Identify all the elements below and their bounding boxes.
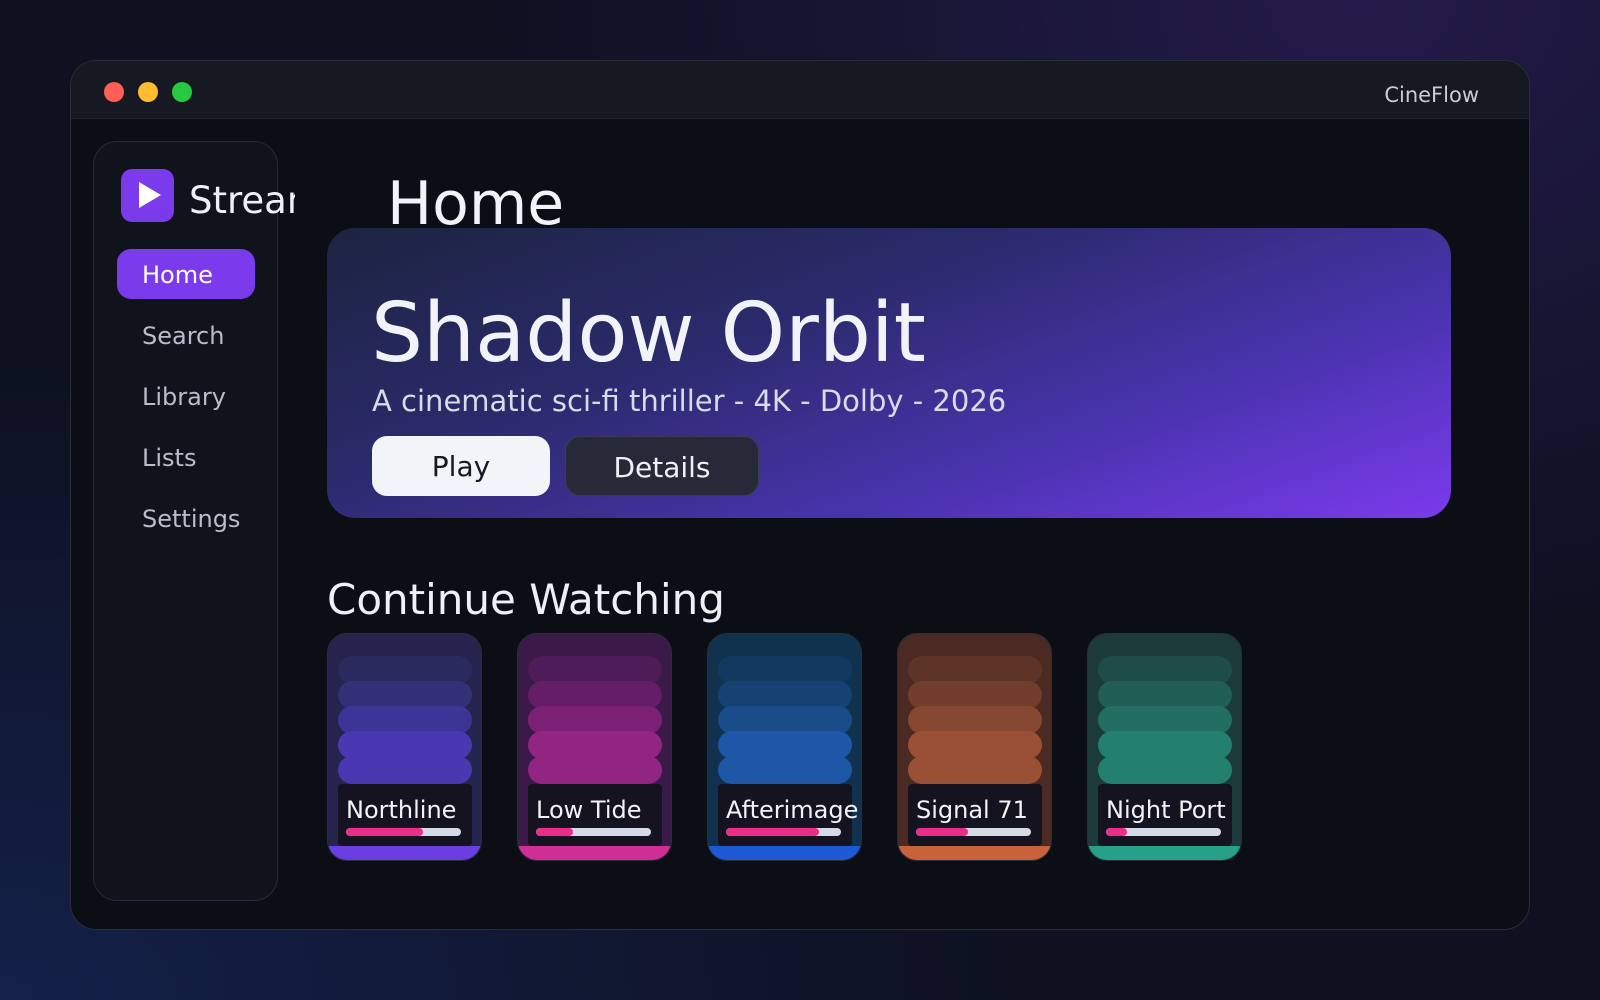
progress-fill (1106, 828, 1127, 836)
play-logo-icon (121, 169, 174, 222)
poster-stripe (338, 656, 472, 684)
continue-watching-card[interactable]: Afterimage (707, 633, 862, 861)
card-title: Signal 71 (916, 796, 1028, 824)
card-label-box: Afterimage (718, 784, 858, 846)
continue-watching-card[interactable]: Night Port (1087, 633, 1242, 861)
progress-fill (916, 828, 968, 836)
poster-stripe (1098, 731, 1232, 759)
continue-watching-card[interactable]: Low Tide (517, 633, 672, 861)
app-window: CineFlow Stream Home Search Library List… (70, 60, 1530, 930)
poster-stripe (908, 756, 1042, 784)
card-title: Northline (346, 796, 457, 824)
poster-stripe (338, 706, 472, 734)
poster-stripe (718, 706, 852, 734)
progress-fill (536, 828, 573, 836)
minimize-window-button[interactable] (138, 82, 158, 102)
poster-stripe (528, 706, 662, 734)
poster-stripe (908, 731, 1042, 759)
title-bar: CineFlow (71, 61, 1529, 119)
hero-title: Shadow Orbit (371, 286, 926, 381)
poster-stripe (908, 706, 1042, 734)
progress-bar (536, 828, 651, 836)
poster-stripe (718, 656, 852, 684)
poster-stripe (1098, 706, 1232, 734)
continue-watching-card[interactable]: Northline (327, 633, 482, 861)
card-accent-bar (328, 846, 481, 860)
sidebar-item-home[interactable]: Home (117, 249, 255, 299)
poster-stripe (338, 731, 472, 759)
card-label-box: Night Port (1098, 784, 1232, 846)
progress-bar (1106, 828, 1221, 836)
card-accent-bar (518, 846, 671, 860)
brand-name: Stream (189, 179, 295, 222)
hero-subtitle: A cinematic sci-fi thriller - 4K - Dolby… (372, 384, 1007, 418)
section-title-continue-watching: Continue Watching (327, 575, 725, 624)
poster-stripe (528, 656, 662, 684)
poster-stripe (1098, 656, 1232, 684)
hero-banner: Shadow Orbit A cinematic sci-fi thriller… (327, 228, 1451, 518)
close-window-button[interactable] (104, 82, 124, 102)
progress-bar (346, 828, 461, 836)
poster-stripe (718, 756, 852, 784)
poster-stripe (718, 731, 852, 759)
progress-fill (726, 828, 820, 836)
sidebar-item-lists[interactable]: Lists (117, 432, 255, 482)
card-title: Night Port (1106, 796, 1226, 824)
card-title: Low Tide (536, 796, 642, 824)
poster-stripe (1098, 681, 1232, 709)
poster-stripe (908, 656, 1042, 684)
poster-stripe (338, 756, 472, 784)
sidebar-item-search[interactable]: Search (117, 310, 255, 360)
progress-bar (726, 828, 841, 836)
progress-bar (916, 828, 1031, 836)
poster-stripe (338, 681, 472, 709)
poster-stripe (528, 756, 662, 784)
card-title: Afterimage (726, 796, 859, 824)
sidebar-item-settings[interactable]: Settings (117, 493, 255, 543)
poster-stripe (718, 681, 852, 709)
poster-stripe (528, 731, 662, 759)
continue-watching-card[interactable]: Signal 71 (897, 633, 1052, 861)
card-label-box: Signal 71 (908, 784, 1042, 846)
details-button[interactable]: Details (565, 436, 759, 496)
poster-stripe (1098, 756, 1232, 784)
maximize-window-button[interactable] (172, 82, 192, 102)
sidebar-item-library[interactable]: Library (117, 371, 255, 421)
card-accent-bar (898, 846, 1051, 860)
card-accent-bar (708, 846, 861, 860)
card-accent-bar (1088, 846, 1241, 860)
card-label-box: Northline (338, 784, 472, 846)
poster-stripe (528, 681, 662, 709)
play-button[interactable]: Play (372, 436, 550, 496)
poster-stripe (908, 681, 1042, 709)
progress-fill (346, 828, 424, 836)
card-label-box: Low Tide (528, 784, 662, 846)
app-name: CineFlow (1384, 83, 1479, 107)
